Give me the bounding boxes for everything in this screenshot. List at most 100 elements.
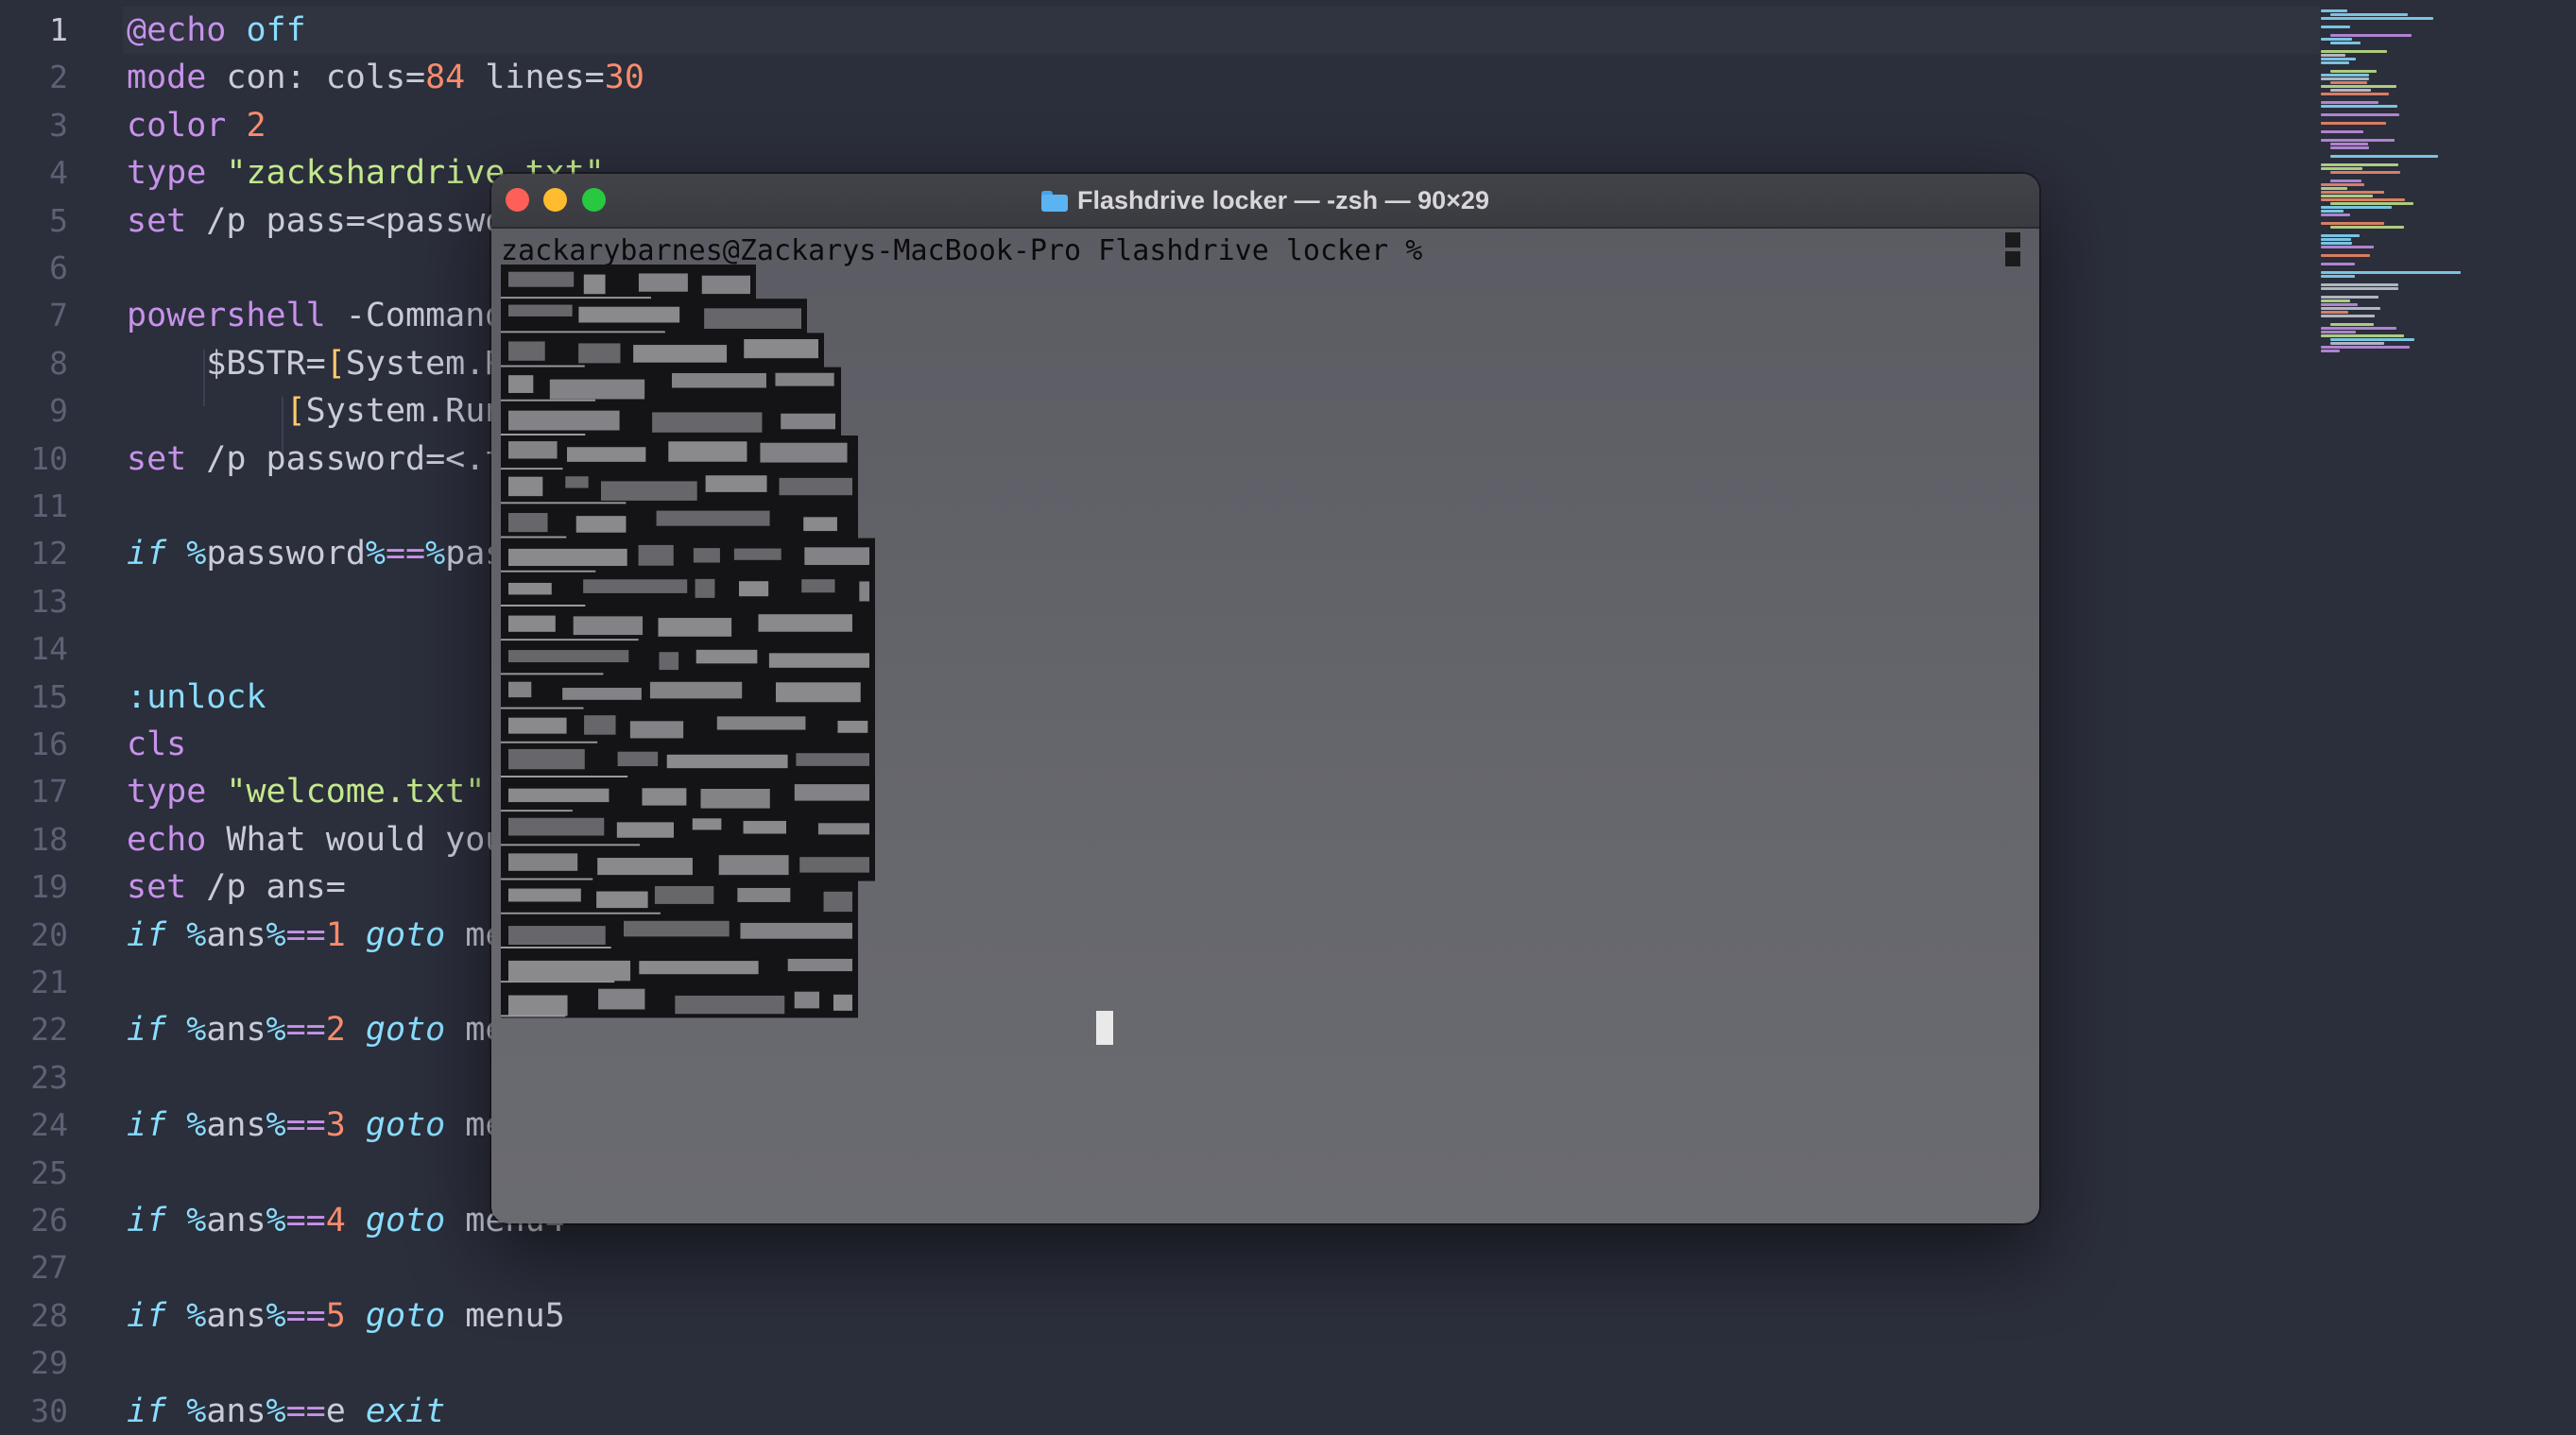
art-block [693,548,720,563]
code-line[interactable]: 29 [0,1340,2325,1387]
art-block [616,822,675,838]
minimap-line [2321,54,2345,57]
line-number: 9 [49,392,68,430]
minimap-line [2321,85,2397,88]
art-line [501,1015,566,1017]
folder-icon [1041,191,1069,212]
art-block [508,995,568,1016]
line-number: 20 [30,915,68,953]
minimap-line [2321,331,2357,333]
line-number: 19 [30,868,68,906]
ascii-art-output [501,265,875,1018]
art-block [738,581,769,597]
minimap-line [2330,338,2415,341]
line-number: 30 [30,1392,68,1429]
art-block [737,887,791,902]
line-number: 15 [30,677,68,715]
code-line[interactable]: 3 color 2 [0,102,2325,149]
art-block [654,885,714,904]
art-block [659,652,679,671]
minimap-line [2321,334,2405,337]
art-block [794,784,869,801]
indent-guide [282,397,283,453]
art-line [501,570,596,572]
code-line[interactable]: 1 @echo off [0,7,2325,54]
minimap-line [2321,163,2399,166]
line-code: type "welcome.txt" [127,773,486,811]
art-line [501,399,596,401]
line-code: if %ans%==1 goto me [127,915,506,954]
minimap-line [2321,187,2348,190]
minimap-line [2330,89,2371,92]
minimap-line [2321,38,2353,41]
minimap-line [2321,105,2398,108]
art-block [642,788,687,806]
minimap-line [2330,70,2377,73]
minimap-line [2321,93,2389,95]
art-block [508,341,545,361]
art-block [649,681,743,699]
art-block [833,994,852,1011]
art-block [768,653,869,668]
terminal-titlebar[interactable]: Flashdrive locker — -zsh — 90×29 [491,174,2039,229]
line-code: color 2 [127,106,266,145]
art-block [692,818,722,830]
line-code: mode con: cols=84 lines=30 [127,59,644,97]
art-block [575,516,627,533]
terminal-title: Flashdrive locker — -zsh — 90×29 [491,174,2039,227]
line-code: set /p password=<.t [127,439,506,478]
art-block [601,481,697,501]
art-line [501,605,586,606]
line-number: 21 [30,964,68,1000]
art-line [501,434,586,436]
art-line [501,673,604,675]
art-block [508,615,556,632]
art-block [775,682,861,703]
line-code: cls [127,726,187,763]
art-block [565,476,589,488]
art-line [501,502,627,504]
code-line[interactable]: 2 mode con: cols=84 lines=30 [0,54,2325,101]
code-line[interactable]: 28 if %ans%==5 goto menu5 [0,1292,2325,1340]
code-line[interactable]: 30 if %ans%==e exit [0,1388,2325,1435]
art-block [837,720,868,733]
line-number: 1 [49,11,68,48]
art-block [508,788,610,803]
minimap[interactable] [2321,6,2491,365]
art-block [549,379,645,400]
art-block [656,510,770,526]
art-block [508,960,631,982]
art-block [804,547,869,566]
art-line [501,707,584,709]
minimap-line [2330,146,2369,149]
art-block [803,517,837,532]
indent-guide [203,350,205,406]
art-block [704,308,801,330]
art-block [817,823,869,835]
line-number: 7 [49,297,68,334]
line-number: 18 [30,820,68,858]
art-block [671,372,766,388]
terminal-window[interactable]: Flashdrive locker — -zsh — 90×29 zackary… [491,174,2039,1223]
line-number: 22 [30,1011,68,1049]
minimap-line [2330,342,2384,345]
minimap-line [2321,303,2359,306]
art-block [743,820,786,834]
art-block [508,888,581,902]
code-line[interactable]: 27 [0,1244,2325,1291]
art-block [629,721,684,739]
minimap-line [2330,155,2438,158]
art-line [501,981,615,983]
art-block [705,475,767,492]
art-block [639,961,759,975]
art-block [779,477,852,496]
minimap-line [2321,287,2398,290]
art-block [508,548,627,567]
minimap-line [2321,283,2399,286]
art-block [775,372,834,386]
minimap-line [2321,139,2396,142]
line-number: 25 [30,1153,68,1191]
minimap-line [2321,299,2351,302]
art-line [501,810,573,812]
art-line [501,365,585,367]
